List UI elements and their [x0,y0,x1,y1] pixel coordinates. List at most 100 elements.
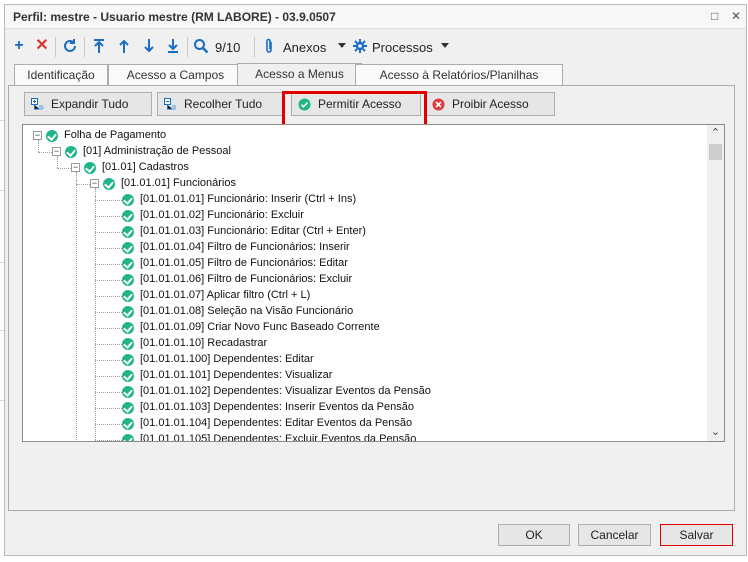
tree-node-label: [01.01.01.01] Funcionário: Inserir (Ctrl… [140,193,357,205]
tree-node-label: [01.01.01.103] Dependentes: Inserir Even… [140,401,414,413]
tree-node[interactable]: [01.01.01.03] Funcionário: Editar (Ctrl … [23,224,703,240]
tree-node[interactable]: [01.01.01.01] Funcionário: Inserir (Ctrl… [23,192,703,208]
allowed-check-icon [122,418,134,430]
menu-tree[interactable]: − Folha de Pagamento − [01] Administração d… [22,124,725,442]
collapse-tree-icon [164,98,176,110]
first-record-icon[interactable] [88,35,110,57]
next-record-icon[interactable] [138,35,160,57]
tree-node[interactable]: [01.01.01.09] Criar Novo Func Baseado Co… [23,320,703,336]
allowed-check-icon [122,242,134,254]
toolbar-separator [84,37,85,57]
tab-acesso-campos[interactable]: Acesso a Campos [108,64,243,86]
processes-menu[interactable]: Processos [372,40,433,55]
tree-node-label: [01.01.01.105] Dependentes: Excluir Even… [140,433,417,442]
tab-identificacao[interactable]: Identificação [14,64,108,86]
chevron-down-icon[interactable] [441,43,449,48]
tree-node-label: [01.01.01.02] Funcionário: Excluir [140,209,304,221]
allowed-check-icon [122,290,134,302]
tab-acesso-menus[interactable]: Acesso a Menus [237,63,362,87]
ok-button[interactable]: OK [498,524,570,546]
collapse-toggle-icon[interactable]: − [33,131,42,140]
last-record-icon[interactable] [162,35,184,57]
add-icon[interactable]: + [8,35,30,57]
tree-node-label: [01.01.01.03] Funcionário: Editar (Ctrl … [140,225,366,237]
allowed-check-icon [122,434,134,441]
allowed-check-icon [122,258,134,270]
tree-node[interactable]: [01.01.01.07] Aplicar filtro (Ctrl + L) [23,288,703,304]
tree-node[interactable]: [01.01.01.08] Seleção na Visão Funcionár… [23,304,703,320]
allowed-check-icon [122,210,134,222]
tree-node-label: [01.01.01.102] Dependentes: Visualizar E… [140,385,431,397]
collapse-all-label: Recolher Tudo [184,97,263,111]
tree-node-label: [01] Administração de Pessoal [83,145,231,157]
tree-node-label: [01.01.01.100] Dependentes: Editar [140,353,314,365]
scroll-up-icon[interactable]: ⌃ [707,125,724,142]
toolbar-separator [55,37,56,57]
tree-node[interactable]: [01.01.01.101] Dependentes: Visualizar [23,368,703,384]
title-bar: Perfil: mestre - Usuario mestre (RM LABO… [5,5,746,29]
tree-node-label: Folha de Pagamento [64,129,167,141]
tree-node[interactable]: [01.01.01.100] Dependentes: Editar [23,352,703,368]
tree-node[interactable]: − Folha de Pagamento [23,128,703,144]
allowed-check-icon [65,146,77,158]
allowed-check-icon [122,386,134,398]
collapse-toggle-icon[interactable]: − [90,179,99,188]
refresh-icon[interactable] [59,35,81,57]
maximize-button[interactable]: □ [711,9,718,23]
tree-node[interactable]: [01.01.01.02] Funcionário: Excluir [23,208,703,224]
tree-node-label: [01.01.01.09] Criar Novo Func Baseado Co… [140,321,380,333]
vertical-scrollbar[interactable]: ⌃ ⌄ [707,125,724,441]
save-button[interactable]: Salvar [660,524,733,546]
delete-icon[interactable]: ✕ [31,35,53,57]
tree-node-label: [01.01.01.101] Dependentes: Visualizar [140,369,333,381]
collapse-all-button[interactable]: Recolher Tudo [157,92,285,116]
paperclip-icon[interactable] [262,35,276,57]
tree-node-label: [01.01.01.06] Filtro de Funcionários: Ex… [140,273,353,285]
tab-strip: Identificação Acesso a Campos Acesso a M… [8,63,728,87]
deny-circle-icon [432,98,445,111]
tree-node[interactable]: [01.01.01.05] Filtro de Funcionários: Ed… [23,256,703,272]
close-window-button[interactable]: ✕ [731,9,741,23]
scroll-down-icon[interactable]: ⌄ [707,424,724,441]
allowed-check-icon [122,370,134,382]
attachments-menu[interactable]: Anexos [283,40,326,55]
tree-node-label: [01.01] Cadastros [102,161,189,173]
tree-node[interactable]: [01.01.01.105] Dependentes: Excluir Even… [23,432,703,442]
tree-node[interactable]: − [01.01] Cadastros [23,160,703,176]
tree-node[interactable]: − [01] Administração de Pessoal [23,144,703,160]
toolbar: + ✕ 9/10 Anexos Processos [5,31,746,61]
deny-access-button[interactable]: Proibir Acesso [425,92,555,116]
search-icon[interactable] [190,35,212,57]
tree-node-label: [01.01.01] Funcionários [121,177,236,189]
tree-node[interactable]: − [01.01.01] Funcionários [23,176,703,192]
allowed-check-icon [122,402,134,414]
tree-node[interactable]: [01.01.01.103] Dependentes: Inserir Even… [23,400,703,416]
tree-node[interactable]: [01.01.01.06] Filtro de Funcionários: Ex… [23,272,703,288]
expand-all-button[interactable]: Expandir Tudo [24,92,152,116]
previous-record-icon[interactable] [113,35,135,57]
allowed-check-icon [122,306,134,318]
window-title: Perfil: mestre - Usuario mestre (RM LABO… [13,10,336,24]
allowed-check-icon [122,354,134,366]
deny-access-label: Proibir Acesso [452,97,529,111]
tree-node-label: [01.01.01.10] Recadastrar [140,337,268,349]
scroll-thumb[interactable] [709,144,722,160]
collapse-toggle-icon[interactable]: − [71,163,80,172]
tree-node[interactable]: [01.01.01.10] Recadastrar [23,336,703,352]
allowed-check-icon [122,194,134,206]
gear-icon[interactable] [351,35,369,57]
tree-node-label: [01.01.01.05] Filtro de Funcionários: Ed… [140,257,348,269]
tree-node[interactable]: [01.01.01.04] Filtro de Funcionários: In… [23,240,703,256]
allowed-check-icon [122,322,134,334]
cancel-button[interactable]: Cancelar [578,524,651,546]
tab-acesso-relatorios[interactable]: Acesso à Relatórios/Planilhas [355,64,563,86]
chevron-down-icon[interactable] [338,43,346,48]
page-counter: 9/10 [215,40,241,55]
collapse-toggle-icon[interactable]: − [52,147,61,156]
allowed-check-icon [84,162,96,174]
allowed-check-icon [122,226,134,238]
toolbar-separator [187,37,188,57]
tree-node[interactable]: [01.01.01.104] Dependentes: Editar Event… [23,416,703,432]
tree-node[interactable]: [01.01.01.102] Dependentes: Visualizar E… [23,384,703,400]
allowed-check-icon [122,338,134,350]
